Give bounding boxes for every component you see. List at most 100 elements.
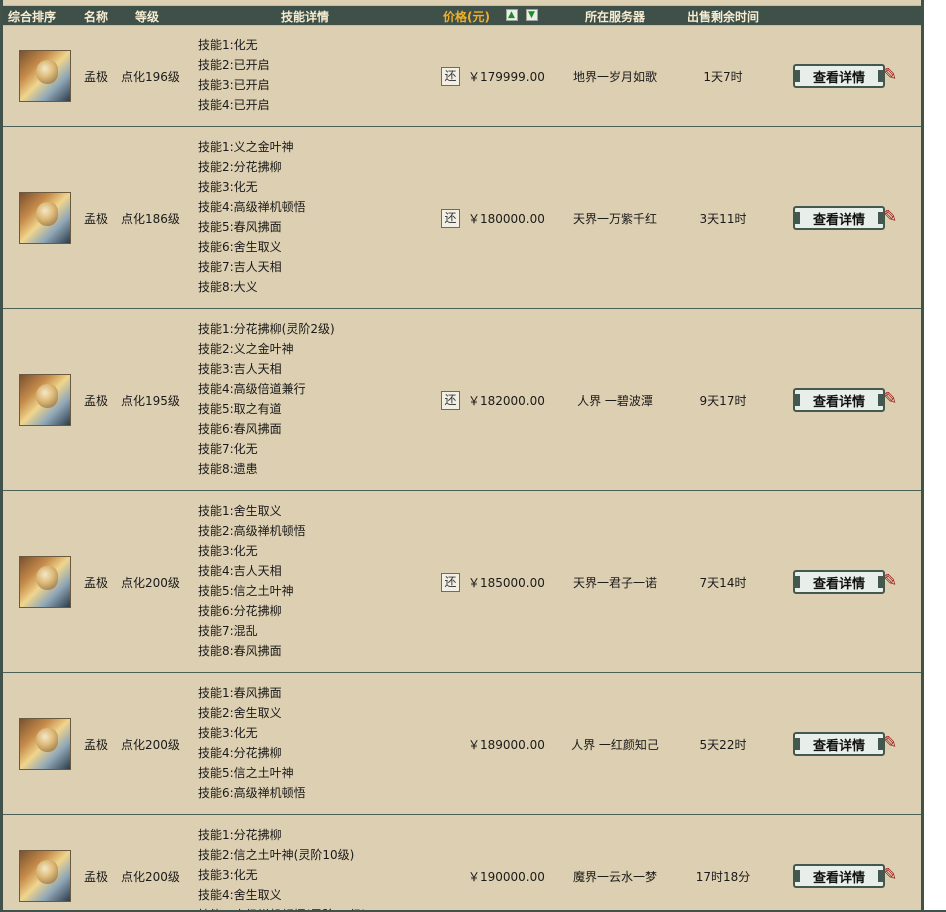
skill-entry: 技能4:已开启 [198,98,270,112]
tassel-icon: ✎ [883,570,898,591]
pet-name: 孟极 [84,211,109,226]
view-details-label: 查看详情 [812,870,865,886]
view-details-button[interactable]: 查看详情 ✎ [793,863,901,888]
pet-name: 孟极 [84,575,109,590]
pet-avatar[interactable] [19,717,71,770]
skill-entry: 技能4:分花拂柳 [198,746,282,760]
pet-name: 孟极 [84,869,109,884]
time-left: 1天7时 [703,69,743,84]
skill-entry: 技能8:遗患 [198,462,258,476]
view-details-label: 查看详情 [812,70,865,86]
time-left: 7天14时 [699,575,747,590]
skill-entry: 技能1:义之金叶神 [198,140,294,154]
pet-level: 点化195级 [121,393,180,408]
pet-avatar[interactable] [19,191,71,244]
level-header: 等级 [135,10,160,24]
skill-entry: 技能6:高级禅机顿悟 [198,786,306,800]
table-row: 孟极 点化196级 技能1:化无 技能2:已开启 技能3:已开启 技能4:已开启 还 ￥179… [3,25,921,127]
skills-header: 技能详情 [281,10,330,24]
pet-avatar[interactable] [19,849,71,902]
skill-list: 技能1:分花拂柳(灵阶2级) 技能2:义之金叶神 技能3:吉人天相 技能4:高级倍道兼… [198,319,335,479]
return-icon[interactable]: 还 [441,208,460,228]
server-name: 人界 一碧波潭 [577,393,653,408]
view-details-label: 查看详情 [812,212,865,228]
skill-entry: 技能5:春风拂面 [198,220,282,234]
skill-entry: 技能6:舍生取义 [198,240,282,254]
time-left: 3天11时 [699,211,747,226]
table-row: 孟极 点化186级 技能1:义之金叶神 技能2:分花拂柳 技能3:化无 技能4:高级禅机顿… [3,127,921,309]
pet-name: 孟极 [84,393,109,408]
pet-name: 孟极 [84,69,109,84]
skill-entry: 技能8:大义 [198,280,258,294]
skill-entry: 技能1:分花拂柳 [198,828,282,842]
listing-table: 综合排序 名称 等级 技能详情 价格(元) ▲ ▼ 所在服务器 出售剩余时间 孟… [0,0,924,912]
price-value: ￥179999.00 [468,69,545,84]
arrow-up-icon[interactable]: ▲ [506,9,518,21]
price-value: ￥189000.00 [468,737,545,752]
pet-avatar[interactable] [19,49,71,102]
server-name: 天界一君子一诺 [572,575,658,590]
skill-entry: 技能4:吉人天相 [198,564,282,578]
sort-overall-header[interactable]: 综合排序 [8,8,56,25]
pet-level: 点化186级 [121,211,180,226]
return-icon[interactable]: 还 [441,390,460,410]
view-details-button[interactable]: 查看详情 ✎ [793,205,901,230]
table-header: 综合排序 名称 等级 技能详情 价格(元) ▲ ▼ 所在服务器 出售剩余时间 [3,5,921,26]
name-header: 名称 [84,10,109,24]
pet-avatar[interactable] [19,373,71,426]
tassel-icon: ✎ [883,206,898,227]
tassel-icon: ✎ [883,388,898,409]
skill-entry: 技能1:化无 [198,38,258,52]
tassel-icon: ✎ [883,864,898,885]
skill-entry: 技能5:信之土叶神 [198,766,294,780]
skill-entry: 技能2:信之土叶神(灵阶10级) [198,848,355,862]
skill-entry: 技能3:吉人天相 [198,362,282,376]
skill-entry: 技能6:春风拂面 [198,422,282,436]
server-header: 所在服务器 [585,10,646,24]
price-value: ￥180000.00 [468,211,545,226]
pet-level: 点化196级 [121,69,180,84]
view-details-label: 查看详情 [812,738,865,754]
server-name: 人界 一红颜知己 [571,737,659,752]
pet-level: 点化200级 [121,575,180,590]
skill-entry: 技能3:化无 [198,726,258,740]
skill-entry: 技能2:已开启 [198,58,270,72]
table-row: 孟极 点化195级 技能1:分花拂柳(灵阶2级) 技能2:义之金叶神 技能3:吉人天相技… [3,309,921,491]
arrow-down-icon[interactable]: ▼ [526,9,538,21]
view-details-label: 查看详情 [812,394,865,410]
server-name: 天界一万紫千红 [572,211,658,226]
tassel-icon: ✎ [883,732,898,753]
skill-entry: 技能2:高级禅机顿悟 [198,524,306,538]
skill-entry: 技能2:分花拂柳 [198,160,282,174]
view-details-button[interactable]: 查看详情 ✎ [793,63,901,88]
table-row: 孟极 点化200级 技能1:分花拂柳 技能2:信之土叶神(灵阶10级) 技能3:化无 技能… [3,815,921,912]
time-left: 17时18分 [695,869,751,884]
skill-entry: 技能7:混乱 [198,624,258,638]
skill-list: 技能1:分花拂柳技能2:信之土叶神(灵阶10级)技能3:化无技能4:舍生取义技能… [198,825,366,912]
skill-list: 技能1:化无 技能2:已开启 技能3:已开启 技能4:已开启 [198,35,270,115]
price-value: ￥182000.00 [468,393,545,408]
skill-entry: 技能1:分花拂柳(灵阶2级) [198,322,335,336]
skill-entry: 技能1:舍生取义 [198,504,282,518]
price-header[interactable]: 价格(元) [443,8,490,25]
table-row: 孟极 点化200级 技能1:舍生取义技能2:高级禅机顿悟 技能3:化无技能4:吉人天相… [3,491,921,673]
return-icon[interactable]: 还 [441,66,460,86]
pet-avatar[interactable] [19,555,71,608]
view-details-label: 查看详情 [812,576,865,592]
return-icon[interactable]: 还 [441,572,460,592]
skill-entry: 技能5:取之有道 [198,402,282,416]
skill-entry: 技能4:舍生取义 [198,888,282,902]
skill-entry: 技能1:春风拂面 [198,686,282,700]
time-left: 9天17时 [699,393,747,408]
view-details-button[interactable]: 查看详情 ✎ [793,569,901,594]
time-left-header: 出售剩余时间 [687,10,760,24]
skill-entry: 技能4:高级禅机顿悟 [198,200,306,214]
skill-entry: 技能7:化无 [198,442,258,456]
server-name: 魔界一云水一梦 [572,869,658,884]
skill-entry: 技能3:化无 [198,544,258,558]
view-details-button[interactable]: 查看详情 ✎ [793,387,901,412]
pet-level: 点化200级 [121,869,180,884]
table-row: 孟极 点化200级 技能1:春风拂面 技能2:舍生取义 技能3:化无 技能4:分花拂柳 技能… [3,673,921,815]
view-details-button[interactable]: 查看详情 ✎ [793,731,901,756]
server-name: 地界一岁月如歌 [572,69,658,84]
